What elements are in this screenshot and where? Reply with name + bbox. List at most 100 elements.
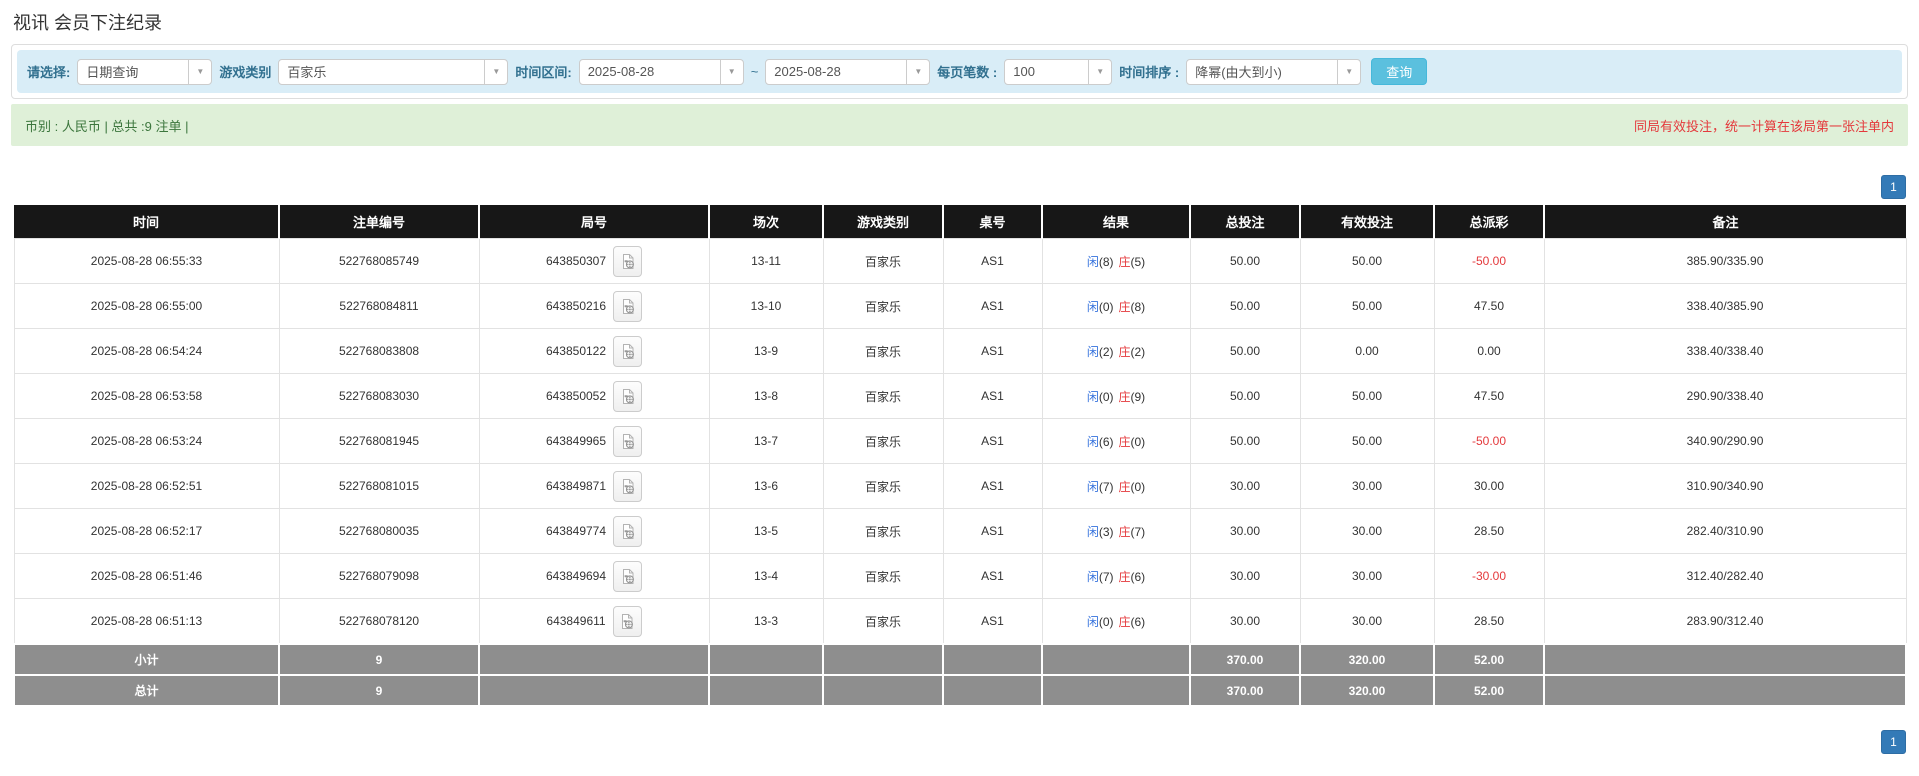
table-row: 2025-08-28 06:52:17 522768080035 6438497… (13, 508, 1907, 554)
cell-bet-id: 522768083030 (278, 373, 480, 419)
search-button[interactable]: 查询 (1371, 58, 1428, 85)
page-size-select[interactable]: 100 ▼ (1004, 58, 1113, 85)
banker-label: 庄 (1118, 479, 1131, 494)
cell-round: 643850052 (478, 373, 710, 419)
cell-payout: 47.50 (1433, 373, 1545, 419)
cell-session: 13-11 (708, 238, 824, 284)
cell-table-no: AS1 (942, 238, 1043, 284)
header-game-type: 游戏类别 (823, 205, 944, 239)
cell-game-type: 百家乐 (822, 508, 944, 554)
cell-time: 2025-08-28 06:55:33 (13, 238, 280, 284)
filter-bar: 请选择: 日期查询 ▼ 游戏类别 百家乐 ▼ 时间区间: 2025-08-28 … (17, 50, 1902, 93)
banker-label: 庄 (1118, 524, 1131, 539)
page-1-button[interactable]: 1 (1881, 175, 1906, 199)
cell-valid-bet: 30.00 (1299, 463, 1435, 509)
cell-table-no: AS1 (942, 553, 1043, 599)
header-session: 场次 (709, 205, 824, 239)
header-note: 备注 (1544, 205, 1906, 239)
table-row: 2025-08-28 06:53:24 522768081945 6438499… (13, 418, 1907, 464)
cell-total-bet-link[interactable]: 50.00 (1189, 418, 1301, 464)
filter-panel: 请选择: 日期查询 ▼ 游戏类别 百家乐 ▼ 时间区间: 2025-08-28 … (11, 44, 1908, 99)
chevron-down-icon: ▼ (484, 59, 507, 84)
cell-valid-bet: 50.00 (1299, 418, 1435, 464)
subtotal-payout: 52.00 (1433, 643, 1545, 676)
cell-time: 2025-08-28 06:54:24 (13, 328, 280, 374)
cell-session: 13-10 (708, 283, 824, 329)
player-label: 闲 (1086, 479, 1099, 494)
cell-total-bet-link[interactable]: 30.00 (1189, 598, 1301, 645)
cell-total-bet-link[interactable]: 30.00 (1189, 553, 1301, 599)
banker-count: (7) (1130, 524, 1146, 539)
cell-total-bet-link[interactable]: 30.00 (1189, 463, 1301, 509)
date-to-select[interactable]: 2025-08-28 ▼ (765, 58, 931, 85)
player-count: (7) (1098, 479, 1114, 494)
cell-time: 2025-08-28 06:52:51 (13, 463, 280, 509)
cell-result: 闲(8) 庄(5) (1041, 238, 1191, 284)
subtotal-label: 小计 (13, 643, 280, 676)
game-type-select[interactable]: 百家乐 ▼ (278, 58, 509, 85)
video-record-icon[interactable] (613, 560, 643, 592)
cell-note: 338.40/338.40 (1543, 328, 1907, 374)
summary-bar: 币别 : 人民币 | 总共 :9 注单 | 同局有效投注，统一计算在该局第一张注… (11, 104, 1908, 146)
cell-payout: 30.00 (1433, 463, 1545, 509)
header-payout: 总派彩 (1434, 205, 1545, 239)
query-type-value: 日期查询 (86, 65, 139, 80)
cell-total-bet-link[interactable]: 50.00 (1189, 283, 1301, 329)
player-label: 闲 (1086, 299, 1099, 314)
chevron-down-icon: ▼ (719, 59, 743, 84)
cell-total-bet-link[interactable]: 50.00 (1189, 328, 1301, 374)
cell-note: 340.90/290.90 (1543, 418, 1907, 464)
cell-total-bet-link[interactable]: 30.00 (1189, 508, 1301, 554)
page-size-value: 100 (1013, 64, 1035, 79)
video-record-icon[interactable] (613, 245, 643, 277)
cell-round: 643850307 (478, 238, 710, 284)
total-payout: 52.00 (1433, 674, 1545, 707)
header-result: 结果 (1042, 205, 1191, 239)
page-1-button[interactable]: 1 (1881, 730, 1906, 754)
player-count: (6) (1098, 434, 1114, 449)
banker-label: 庄 (1118, 299, 1131, 314)
header-table-no: 桌号 (943, 205, 1043, 239)
subtotal-row: 小计 9 370.00 320.00 52.00 (13, 643, 1907, 676)
video-record-icon[interactable] (613, 290, 643, 322)
query-type-select[interactable]: 日期查询 ▼ (77, 58, 213, 85)
round-number: 643849694 (545, 569, 607, 583)
cell-bet-id: 522768085749 (278, 238, 480, 284)
cell-valid-bet: 30.00 (1299, 508, 1435, 554)
video-record-icon[interactable] (613, 425, 643, 457)
cell-time: 2025-08-28 06:51:13 (13, 598, 280, 645)
video-record-icon[interactable] (613, 470, 643, 502)
cell-result: 闲(0) 庄(8) (1041, 283, 1191, 329)
cell-note: 312.40/282.40 (1543, 553, 1907, 599)
banker-label: 庄 (1118, 344, 1131, 359)
player-count: (2) (1098, 344, 1114, 359)
player-count: (0) (1098, 614, 1114, 629)
cell-total-bet-link[interactable]: 50.00 (1189, 238, 1301, 284)
banker-label: 庄 (1118, 434, 1131, 449)
cell-round: 643850122 (478, 328, 710, 374)
cell-total-bet-link[interactable]: 50.00 (1189, 373, 1301, 419)
video-record-icon[interactable] (613, 380, 643, 412)
cell-valid-bet: 0.00 (1299, 328, 1435, 374)
cell-payout: 28.50 (1433, 508, 1545, 554)
cell-valid-bet: 50.00 (1299, 283, 1435, 329)
cell-result: 闲(7) 庄(6) (1041, 553, 1191, 599)
round-number: 643849611 (546, 614, 606, 628)
cell-note: 283.90/312.40 (1543, 598, 1907, 645)
cell-session: 13-7 (708, 418, 824, 464)
cell-round: 643850216 (478, 283, 710, 329)
cell-payout: -50.00 (1433, 238, 1545, 284)
video-record-icon[interactable] (613, 335, 643, 367)
cell-time: 2025-08-28 06:53:24 (13, 418, 280, 464)
cell-note: 310.90/340.90 (1543, 463, 1907, 509)
video-record-icon[interactable] (613, 515, 643, 547)
banker-label: 庄 (1118, 254, 1131, 269)
date-from-select[interactable]: 2025-08-28 ▼ (578, 58, 744, 85)
cell-table-no: AS1 (942, 598, 1043, 645)
cell-session: 13-8 (708, 373, 824, 419)
cell-bet-id: 522768078120 (278, 598, 480, 645)
game-type-value: 百家乐 (287, 65, 327, 80)
video-record-icon[interactable] (612, 605, 642, 637)
cell-game-type: 百家乐 (822, 598, 944, 645)
sort-order-select[interactable]: 降幂(由大到小) ▼ (1186, 58, 1362, 85)
